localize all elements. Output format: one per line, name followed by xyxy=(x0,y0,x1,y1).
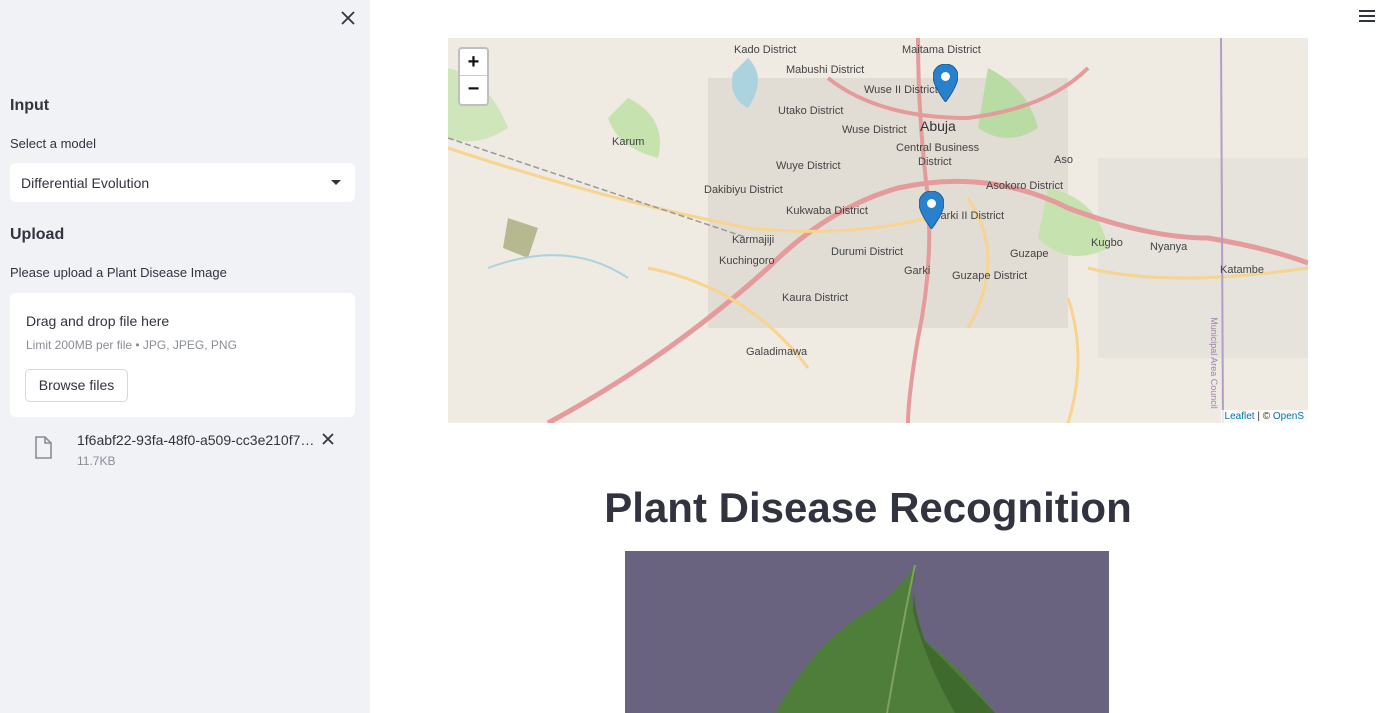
map-label: Karum xyxy=(612,136,645,148)
leaf-image xyxy=(625,551,1109,713)
map-label: Katambe xyxy=(1220,264,1265,276)
zoom-out-button[interactable]: − xyxy=(460,76,487,103)
map-label: Aso xyxy=(1054,154,1073,166)
map-label: Kuchingoro xyxy=(719,255,775,267)
map-label: Utako District xyxy=(778,105,844,117)
map[interactable]: Kado District Maitama District Mabushi D… xyxy=(448,38,1308,423)
uploaded-file-size: 11.7KB xyxy=(77,454,116,468)
map-label: Galadimawa xyxy=(746,346,808,358)
select-model-label: Select a model xyxy=(10,136,96,151)
map-label: Maitama District xyxy=(902,44,981,56)
upload-label: Please upload a Plant Disease Image xyxy=(10,265,227,280)
map-marker-icon[interactable] xyxy=(932,63,959,107)
leaflet-link[interactable]: Leaflet xyxy=(1225,411,1255,422)
model-select[interactable]: Differential Evolution xyxy=(10,163,355,202)
map-label: Wuye District xyxy=(776,160,841,172)
file-dropzone[interactable]: Drag and drop file here Limit 200MB per … xyxy=(10,293,355,417)
map-attribution: Leaflet | © OpenS xyxy=(1220,410,1308,423)
map-label: Kado District xyxy=(734,44,797,56)
dropzone-title: Drag and drop file here xyxy=(26,313,170,329)
map-label: Abuja xyxy=(920,118,956,134)
uploaded-file-item: 1f6abf22-93fa-48f0-a509-cc3e210f7… 11.7K… xyxy=(10,428,355,472)
upload-heading: Upload xyxy=(10,226,65,243)
map-label: Kaura District xyxy=(782,292,849,304)
map-label: Wuse District xyxy=(842,124,907,136)
model-select-value: Differential Evolution xyxy=(21,175,150,191)
map-label: Kugbo xyxy=(1091,237,1123,249)
map-label: Asokoro District xyxy=(986,180,1064,192)
uploaded-file-name: 1f6abf22-93fa-48f0-a509-cc3e210f7… xyxy=(77,432,315,448)
chevron-down-icon xyxy=(331,180,341,185)
zoom-control: + − xyxy=(458,47,489,106)
map-label: Guzape District xyxy=(952,270,1028,282)
map-label: Karmajiji xyxy=(732,234,775,246)
sidebar: Input Select a model Differential Evolut… xyxy=(0,0,370,713)
map-label: District xyxy=(918,156,952,168)
map-label: Garki xyxy=(904,265,931,277)
zoom-in-button[interactable]: + xyxy=(460,49,487,76)
map-label: Mabushi District xyxy=(786,64,865,76)
openstreetmap-link[interactable]: OpenS xyxy=(1273,411,1304,422)
map-label: Guzape xyxy=(1010,248,1049,260)
attribution-separator: | © xyxy=(1254,411,1273,422)
file-icon xyxy=(34,436,52,464)
map-label: Kukwaba District xyxy=(786,205,868,217)
map-label: Nyanya xyxy=(1150,241,1188,253)
map-label: Durumi District xyxy=(831,246,904,258)
map-label: Central Business xyxy=(896,142,980,154)
main-menu-icon[interactable] xyxy=(1359,10,1375,24)
map-label: Dakibiyu District xyxy=(704,184,783,196)
dropzone-limit: Limit 200MB per file • JPG, JPEG, PNG xyxy=(26,338,237,352)
map-label: Municipal Area Council xyxy=(1208,317,1219,409)
close-sidebar-icon[interactable] xyxy=(338,8,358,28)
input-heading: Input xyxy=(10,97,50,114)
map-label: Wuse II District xyxy=(864,84,938,96)
map-marker-icon[interactable] xyxy=(918,190,945,234)
delete-file-icon[interactable] xyxy=(321,432,335,451)
page-title: Plant Disease Recognition xyxy=(604,484,1132,531)
browse-files-button[interactable]: Browse files xyxy=(25,369,128,402)
